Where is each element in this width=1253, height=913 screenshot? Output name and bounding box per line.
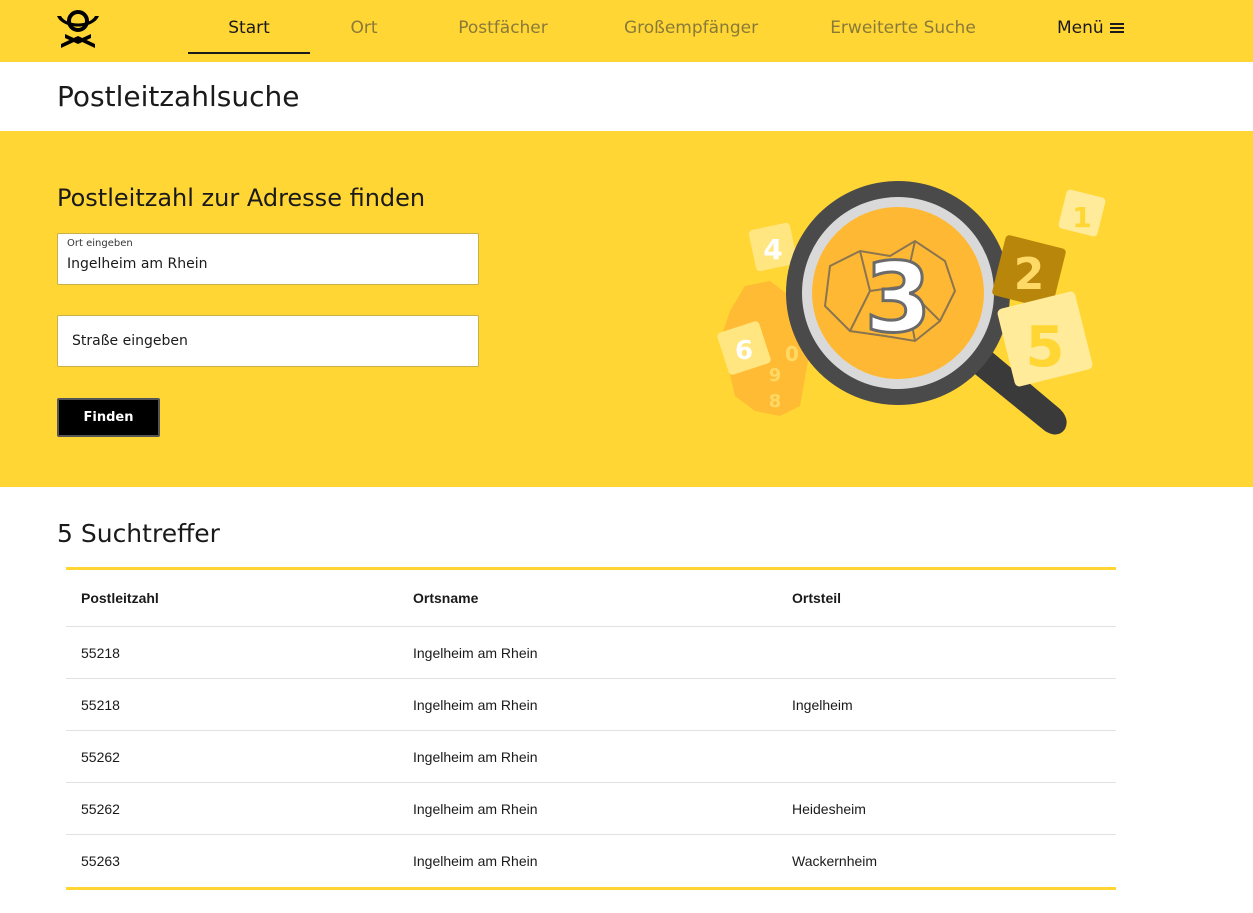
title-row: Postleitzahlsuche bbox=[0, 62, 1253, 131]
svg-text:5: 5 bbox=[1026, 315, 1065, 380]
page-title: Postleitzahlsuche bbox=[57, 80, 300, 113]
nav-tab-postfaecher[interactable]: Postfächer bbox=[447, 18, 559, 54]
results-table: Postleitzahl Ortsname Ortsteil 55218 Ing… bbox=[66, 567, 1116, 890]
nav-tab-ort[interactable]: Ort bbox=[334, 18, 394, 54]
city-input-label: Ort eingeben bbox=[67, 238, 133, 249]
hamburger-icon bbox=[1109, 22, 1124, 34]
results-heading: 5 Suchtreffer bbox=[57, 519, 220, 548]
cell-ortsname: Ingelheim am Rhein bbox=[413, 696, 538, 713]
search-heading: Postleitzahl zur Adresse finden bbox=[57, 184, 426, 212]
table-row: 55262 Ingelheim am Rhein bbox=[66, 731, 1116, 783]
column-header-postleitzahl: Postleitzahl bbox=[81, 590, 159, 606]
cell-postleitzahl: 55218 bbox=[81, 696, 120, 713]
table-row: 55262 Ingelheim am Rhein Heidesheim bbox=[66, 783, 1116, 835]
cell-postleitzahl: 55262 bbox=[81, 800, 120, 817]
cell-postleitzahl: 55262 bbox=[81, 748, 120, 765]
city-input-value[interactable]: Ingelheim am Rhein bbox=[67, 256, 208, 272]
nav-tab-grossempfaenger[interactable]: Großempfänger bbox=[616, 18, 766, 54]
table-row: 55218 Ingelheim am Rhein Ingelheim bbox=[66, 679, 1116, 731]
street-input-placeholder: Straße eingeben bbox=[72, 333, 188, 349]
cell-ortsteil: Ingelheim bbox=[792, 696, 853, 713]
city-input[interactable]: Ort eingeben Ingelheim am Rhein bbox=[57, 233, 479, 285]
map-digit-9: 9 bbox=[769, 365, 782, 386]
digit-tile-1: 1 bbox=[1058, 189, 1106, 237]
table-row: 55263 Ingelheim am Rhein Wackernheim bbox=[66, 835, 1116, 887]
lens-digit-3: 3 bbox=[865, 242, 932, 354]
cell-postleitzahl: 55263 bbox=[81, 853, 120, 869]
map-digit-8: 8 bbox=[769, 391, 782, 412]
cell-ortsteil: Wackernheim bbox=[792, 853, 878, 869]
cell-ortsname: Ingelheim am Rhein bbox=[413, 644, 538, 661]
cell-ortsname: Ingelheim am Rhein bbox=[413, 800, 538, 817]
search-hero: Postleitzahl zur Adresse finden Ort eing… bbox=[0, 131, 1253, 487]
table-header-row: Postleitzahl Ortsname Ortsteil bbox=[66, 570, 1116, 627]
column-header-ortsteil: Ortsteil bbox=[792, 590, 842, 606]
svg-text:1: 1 bbox=[1072, 201, 1091, 234]
menu-label: Menü bbox=[1057, 18, 1104, 38]
posthorn-logo-icon[interactable] bbox=[55, 10, 101, 50]
find-button[interactable]: Finden bbox=[57, 398, 160, 437]
top-navigation: Start Ort Postfächer Großempfänger Erwei… bbox=[0, 0, 1253, 62]
street-input[interactable]: Straße eingeben bbox=[57, 315, 479, 367]
magnifier-illustration: 4 6 0 9 8 3 2 1 5 bbox=[717, 181, 1106, 435]
svg-text:4: 4 bbox=[763, 233, 782, 266]
cell-postleitzahl: 55218 bbox=[81, 644, 120, 661]
cell-ortsteil: Heidesheim bbox=[792, 800, 866, 817]
table-row: 55218 Ingelheim am Rhein bbox=[66, 627, 1116, 679]
svg-text:6: 6 bbox=[735, 336, 753, 366]
map-digit-0: 0 bbox=[785, 342, 799, 366]
menu-button[interactable]: Menü bbox=[1057, 18, 1124, 38]
cell-ortsname: Ingelheim am Rhein bbox=[413, 853, 538, 869]
column-header-ortsname: Ortsname bbox=[413, 590, 479, 606]
nav-tab-erweiterte-suche[interactable]: Erweiterte Suche bbox=[823, 18, 983, 54]
cell-ortsname: Ingelheim am Rhein bbox=[413, 748, 538, 765]
nav-tab-start[interactable]: Start bbox=[188, 18, 310, 54]
svg-text:2: 2 bbox=[1014, 249, 1045, 300]
